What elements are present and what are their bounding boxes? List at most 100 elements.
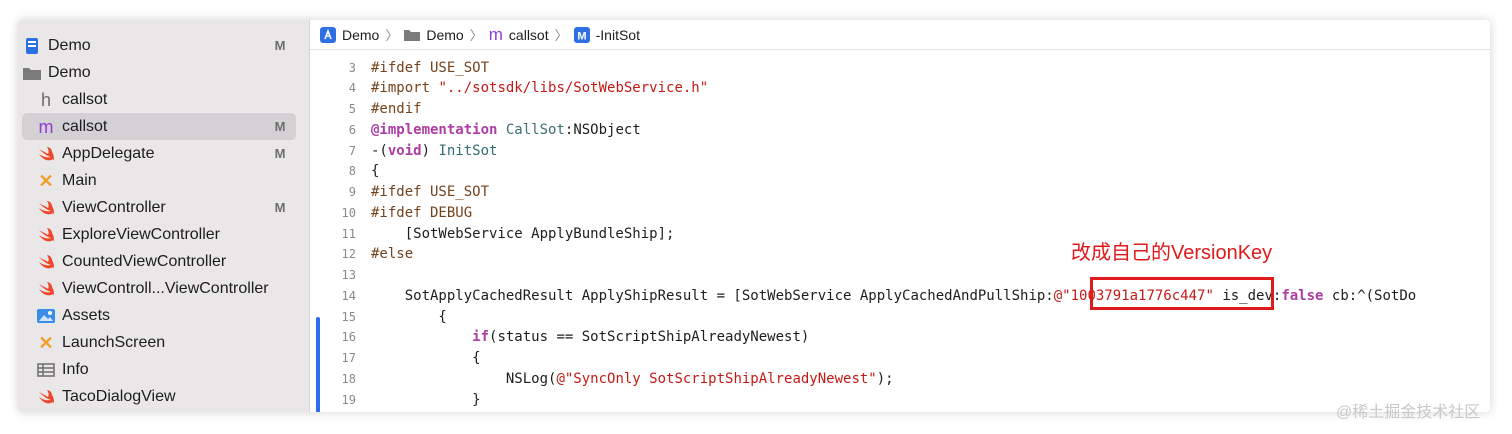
line-number: 4 — [348, 81, 356, 96]
app-project-icon — [22, 36, 42, 56]
code-editor: Demo 〉 Demo 〉 m callsot 〉 M -InitSot 3 #… — [310, 20, 1490, 412]
code-line[interactable]: 6 @implementation CallSot:NSObject — [310, 119, 1490, 140]
breadcrumb-label: Demo — [342, 26, 380, 43]
nav-item-viewcontroller[interactable]: ViewController M — [36, 194, 296, 221]
code-line[interactable]: 5 #endif — [310, 99, 1490, 120]
code-text: { — [371, 308, 447, 325]
swift-file-icon — [36, 198, 56, 218]
modified-badge: M — [274, 200, 286, 215]
code-text: #import "../sotsdk/libs/SotWebService.h" — [371, 80, 709, 97]
code-line[interactable]: 14 SotApplyCachedResult ApplyShipResult … — [310, 285, 1490, 306]
code-text: #ifdef USE_SOT — [371, 184, 490, 200]
plist-table-icon — [36, 360, 56, 380]
code-text: #else — [371, 246, 414, 263]
code-line[interactable]: 7 -(void) InitSot — [310, 140, 1490, 161]
breadcrumb-label: Demo — [426, 26, 464, 43]
code-line[interactable]: 11 [SotWebService ApplyBundleShip]; — [310, 223, 1490, 244]
nav-item-label: callsot — [62, 90, 108, 108]
line-number: 12 — [341, 247, 356, 262]
code-line[interactable]: 17 { — [310, 348, 1490, 369]
nav-item-label: ViewController — [62, 198, 166, 216]
nav-item-main[interactable]: ✕ Main — [36, 167, 296, 194]
breadcrumb-label: callsot — [508, 26, 549, 43]
storyboard-icon: ✕ — [38, 332, 54, 353]
svg-text:M: M — [577, 30, 586, 42]
breadcrumb-item-file[interactable]: m callsot — [489, 25, 549, 44]
nav-item-label: Demo — [48, 63, 91, 81]
nav-item-appdelegate[interactable]: AppDelegate M — [36, 140, 296, 167]
xcode-window: Demo M Demo h callsot m callsot M AppDel… — [18, 20, 1490, 412]
folder-icon — [404, 28, 421, 41]
code-line[interactable]: 3 #ifdef USE_SOT — [310, 57, 1490, 78]
nav-item-label: Assets — [62, 306, 111, 324]
code-text: -(void) InitSot — [371, 142, 498, 159]
line-number: 16 — [341, 330, 356, 345]
nav-item-label: TacoDialogView — [62, 387, 176, 405]
folder-icon — [22, 63, 42, 83]
code-line[interactable]: 16 if(status == SotScriptShipAlreadyNewe… — [310, 327, 1490, 348]
watermark: @稀土掘金技术社区 — [1336, 404, 1481, 421]
line-number: 9 — [348, 185, 356, 199]
line-number: 8 — [348, 164, 356, 179]
line-number: 3 — [348, 60, 356, 75]
annotation-highlight-box — [1090, 277, 1274, 310]
code-line[interactable]: 10 #ifdef DEBUG — [310, 202, 1490, 223]
code-text: if(status == SotScriptShipAlreadyNewest) — [472, 329, 810, 346]
line-number: 10 — [341, 205, 356, 220]
code-text: #endif — [371, 101, 422, 117]
breadcrumb-item-project[interactable]: Demo — [320, 26, 380, 43]
line-number: 7 — [348, 143, 356, 158]
line-number: 6 — [348, 122, 356, 137]
nav-item-callsot-h[interactable]: h callsot — [36, 86, 296, 113]
code-text: } — [371, 391, 481, 408]
code-line[interactable]: 13 — [310, 265, 1490, 286]
line-number: 15 — [341, 309, 356, 324]
line-number: 17 — [341, 351, 356, 365]
code-line[interactable]: 15 { — [310, 306, 1490, 327]
code-text: [SotWebService ApplyBundleShip]; — [371, 225, 675, 242]
line-number: 13 — [341, 268, 356, 282]
chevron-right-icon: 〉 — [385, 28, 399, 43]
nav-item-tacodialogview[interactable]: TacoDialogView — [36, 383, 296, 410]
line-number: 14 — [341, 288, 356, 303]
method-icon: M — [573, 26, 590, 43]
breadcrumb-item-method[interactable]: M -InitSot — [573, 26, 640, 43]
line-number: 18 — [341, 371, 356, 386]
nav-item-label: Demo — [48, 36, 91, 54]
nav-item-viewcontroll-viewcontroller[interactable]: ViewControll...ViewController — [36, 275, 296, 302]
nav-item-label: ViewControll...ViewController — [62, 279, 269, 297]
modified-badge: M — [274, 119, 286, 134]
nav-item-assets[interactable]: Assets — [36, 302, 296, 329]
objc-file-icon: m — [38, 116, 54, 137]
nav-item-demo-project[interactable]: Demo M — [22, 32, 296, 59]
breadcrumb-label: -InitSot — [595, 26, 640, 43]
code-text: NSLog(@"SyncOnly SotScriptShipAlreadyNew… — [371, 370, 894, 387]
nav-item-info[interactable]: Info — [36, 356, 296, 383]
code-line[interactable]: 9 #ifdef USE_SOT — [310, 182, 1490, 203]
nav-item-label: LaunchScreen — [62, 333, 166, 351]
asset-catalog-icon — [36, 306, 56, 326]
code-area[interactable]: 3 #ifdef USE_SOT 4 #import "../sotsdk/libs/… — [310, 51, 1490, 412]
nav-item-callsot-m[interactable]: m callsot M — [22, 113, 296, 140]
nav-item-launchscreen[interactable]: ✕ LaunchScreen — [36, 329, 296, 356]
nav-item-label: Info — [62, 360, 89, 378]
header-file-icon: h — [40, 89, 51, 110]
code-line[interactable]: 4 #import "../sotsdk/libs/SotWebService.h… — [310, 78, 1490, 99]
code-text: @implementation CallSot:NSObject — [371, 121, 641, 138]
nav-item-label: ExploreViewController — [62, 225, 220, 243]
swift-file-icon — [36, 279, 56, 299]
app-project-icon — [320, 26, 336, 43]
modified-badge: M — [274, 146, 286, 161]
nav-item-exploreviewcontroller[interactable]: ExploreViewController — [36, 221, 296, 248]
code-line[interactable]: 19 } — [310, 389, 1490, 410]
nav-item-countedviewcontroller[interactable]: CountedViewController — [36, 248, 296, 275]
code-text: { — [371, 163, 380, 180]
line-number: 19 — [341, 392, 356, 407]
nav-item-label: Main — [62, 171, 97, 189]
code-line[interactable]: 8{ — [310, 161, 1490, 182]
breadcrumb-item-folder[interactable]: Demo — [404, 26, 464, 43]
project-navigator: Demo M Demo h callsot m callsot M AppDel… — [18, 20, 310, 412]
nav-item-demo-folder[interactable]: Demo — [22, 59, 296, 86]
code-line[interactable]: 12 #else — [310, 244, 1490, 265]
code-line[interactable]: 18 NSLog(@"SyncOnly SotScriptShipAlready… — [310, 368, 1490, 389]
